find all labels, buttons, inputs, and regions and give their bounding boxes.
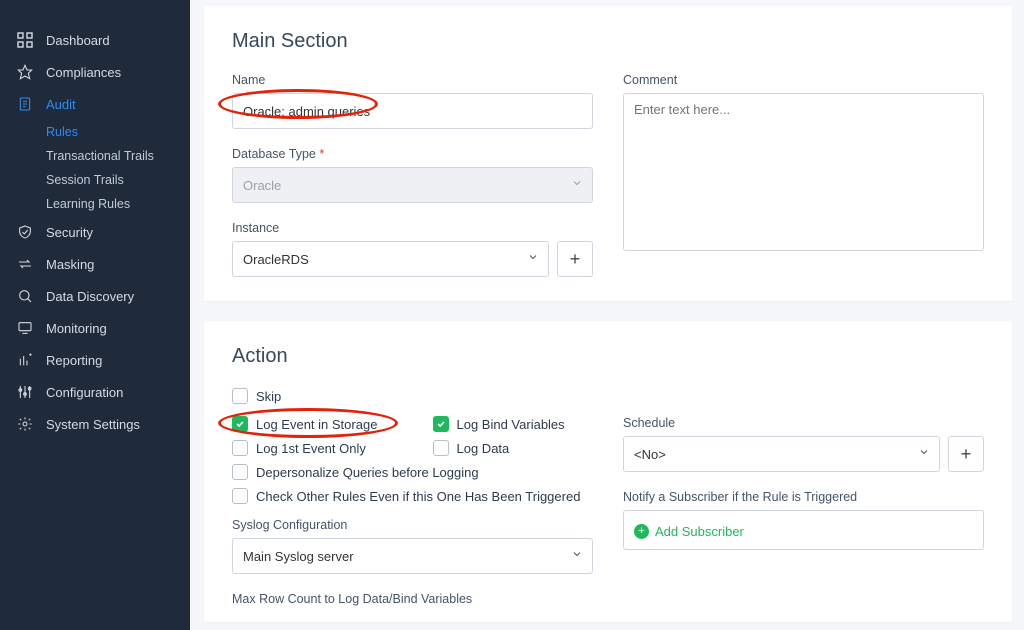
plus-circle-icon: + [634, 524, 649, 539]
sub-learning-rules[interactable]: Learning Rules [46, 192, 190, 216]
nav-label: System Settings [46, 417, 140, 432]
log-event-label: Log Event in Storage [256, 417, 377, 432]
depersonalize-label: Depersonalize Queries before Logging [256, 465, 479, 480]
checkbox-box [232, 464, 248, 480]
sidebar: Dashboard Compliances Audit Rules Transa… [0, 0, 190, 630]
instance-select[interactable] [232, 241, 549, 277]
comment-textarea[interactable] [623, 93, 984, 251]
sub-session-trails[interactable]: Session Trails [46, 168, 190, 192]
nav-label: Configuration [46, 385, 123, 400]
schedule-select[interactable] [623, 436, 940, 472]
swap-icon [16, 255, 34, 273]
skip-label: Skip [256, 389, 281, 404]
bar-chart-icon [16, 351, 34, 369]
main-content: Main Section Name Database Type * Instan… [190, 0, 1024, 630]
action-panel: Action Skip Log Event in Storage Log 1s [204, 321, 1012, 622]
name-input[interactable] [232, 93, 593, 129]
nav-masking[interactable]: Masking [0, 248, 190, 280]
nav-reporting[interactable]: Reporting [0, 344, 190, 376]
check-other-label: Check Other Rules Even if this One Has B… [256, 489, 580, 504]
nav-label: Audit [46, 97, 76, 112]
dbtype-label: Database Type * [232, 147, 593, 161]
log-first-label: Log 1st Event Only [256, 441, 366, 456]
nav-label: Dashboard [46, 33, 110, 48]
nav-system-settings[interactable]: System Settings [0, 408, 190, 440]
subscriber-box: + Add Subscriber [623, 510, 984, 550]
maxrow-label: Max Row Count to Log Data/Bind Variables [232, 592, 593, 606]
notify-label: Notify a Subscriber if the Rule is Trigg… [623, 490, 984, 504]
nav-monitoring[interactable]: Monitoring [0, 312, 190, 344]
comment-label: Comment [623, 73, 984, 87]
grid-icon [16, 31, 34, 49]
nav-label: Reporting [46, 353, 102, 368]
depersonalize-checkbox[interactable]: Depersonalize Queries before Logging [232, 464, 593, 480]
audit-sub-items: Rules Transactional Trails Session Trail… [46, 120, 190, 216]
log-bind-checkbox[interactable]: Log Bind Variables [433, 416, 594, 432]
nav-label: Security [46, 225, 93, 240]
syslog-select[interactable] [232, 538, 593, 574]
sub-rules[interactable]: Rules [46, 120, 190, 144]
skip-checkbox[interactable]: Skip [232, 388, 984, 404]
log-data-checkbox[interactable]: Log Data [433, 440, 594, 456]
nav-security[interactable]: Security [0, 216, 190, 248]
star-icon [16, 63, 34, 81]
action-title: Action [232, 345, 984, 368]
checkbox-box [232, 440, 248, 456]
add-instance-button[interactable]: + [557, 241, 593, 277]
add-subscriber-button[interactable]: + Add Subscriber [634, 524, 744, 539]
check-other-checkbox[interactable]: Check Other Rules Even if this One Has B… [232, 488, 593, 504]
sliders-icon [16, 383, 34, 401]
plus-icon: + [961, 444, 972, 465]
checkbox-box [433, 440, 449, 456]
plus-icon: + [570, 249, 581, 270]
dbtype-value [232, 167, 593, 203]
instance-value [232, 241, 549, 277]
log-bind-label: Log Bind Variables [457, 417, 565, 432]
checkbox-box [232, 416, 248, 432]
sub-transactional-trails[interactable]: Transactional Trails [46, 144, 190, 168]
nav-label: Masking [46, 257, 94, 272]
add-subscriber-label: Add Subscriber [655, 524, 744, 539]
document-icon [16, 95, 34, 113]
nav-label: Monitoring [46, 321, 107, 336]
nav-label: Compliances [46, 65, 121, 80]
instance-label: Instance [232, 221, 593, 235]
checkbox-box [232, 488, 248, 504]
dbtype-select[interactable] [232, 167, 593, 203]
nav-label: Data Discovery [46, 289, 134, 304]
checkbox-box [433, 416, 449, 432]
main-section-panel: Main Section Name Database Type * Instan… [204, 6, 1012, 301]
syslog-label: Syslog Configuration [232, 518, 593, 532]
schedule-value [623, 436, 940, 472]
checkbox-box [232, 388, 248, 404]
add-schedule-button[interactable]: + [948, 436, 984, 472]
schedule-label: Schedule [623, 416, 984, 430]
monitor-icon [16, 319, 34, 337]
name-label: Name [232, 73, 593, 87]
nav-audit[interactable]: Audit [0, 88, 190, 120]
search-bubble-icon [16, 287, 34, 305]
gear-icon [16, 415, 34, 433]
log-first-checkbox[interactable]: Log 1st Event Only [232, 440, 393, 456]
shield-icon [16, 223, 34, 241]
syslog-value [232, 538, 593, 574]
nav-configuration[interactable]: Configuration [0, 376, 190, 408]
nav-dashboard[interactable]: Dashboard [0, 24, 190, 56]
log-event-checkbox[interactable]: Log Event in Storage [232, 416, 393, 432]
main-section-title: Main Section [232, 30, 984, 53]
nav-compliances[interactable]: Compliances [0, 56, 190, 88]
nav-data-discovery[interactable]: Data Discovery [0, 280, 190, 312]
log-data-label: Log Data [457, 441, 510, 456]
